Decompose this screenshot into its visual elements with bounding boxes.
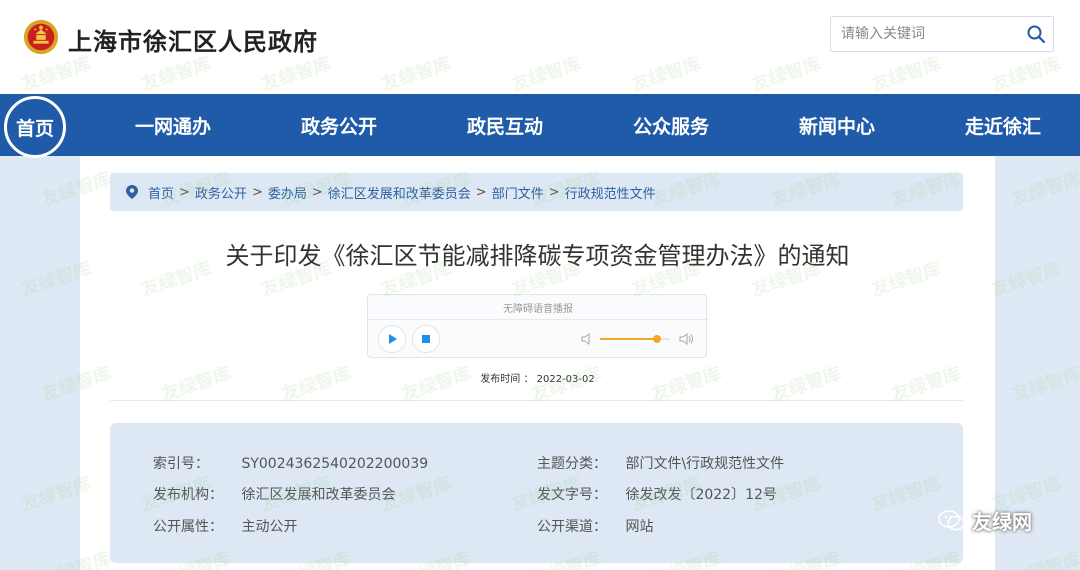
watermark-text: 友绿智库 [1008,168,1080,211]
breadcrumb-separator: > [475,184,487,200]
meta-channel-value: 网站 [625,519,654,535]
breadcrumb-bureaus[interactable]: 委办局 [268,183,307,202]
meta-index-value: SY0024362540202200039 [241,456,429,472]
search-box [830,16,1054,52]
volume-low-icon [581,333,590,345]
publish-date: 2022-03-02 [536,374,595,385]
document-meta: 索引号： SY0024362540202200039 发布机构： 徐汇区发展和改… [110,423,963,563]
breadcrumb-gov-affairs[interactable]: 政务公开 [195,183,247,202]
volume-high-icon [679,333,693,345]
nav-home-button[interactable]: 首页 [4,96,66,158]
search-input[interactable] [831,17,1021,51]
audio-player: 无障碍语音播报 [367,294,708,358]
meta-org-value: 徐汇区发展和改革委员会 [241,487,396,503]
watermark-text: 友绿智库 [1008,548,1080,570]
nav-item-public-service[interactable]: 公众服务 [633,112,709,139]
publish-label: 发布时间 [480,374,521,385]
meta-channel-label: 公开渠道： [537,519,607,535]
meta-org-label: 发布机构： [153,487,223,503]
stop-button[interactable] [412,325,440,353]
publish-time: 发布时间 ： 2022-03-02 [80,370,995,385]
meta-open-attr: 公开属性： 主动公开 [153,516,297,536]
breadcrumb-drc[interactable]: 徐汇区发展和改革委员会 [328,183,471,202]
watermark-text: 友绿智库 [988,258,1064,301]
meta-topic-label: 主题分类： [537,456,607,472]
page-title: 关于印发《徐汇区节能减排降碳专项资金管理办法》的通知 [225,242,850,270]
volume-knob[interactable] [653,335,662,343]
meta-doc-no-value: 徐发改发〔2022〕12号 [625,487,777,503]
breadcrumb: 首页 > 政务公开 > 委办局 > 徐汇区发展和改革委员会 > 部门文件 > 行… [110,173,963,211]
breadcrumb-dept-docs[interactable]: 部门文件 [492,183,544,202]
meta-topic: 主题分类： 部门文件\行政规范性文件 [537,453,784,473]
breadcrumb-home[interactable]: 首页 [148,183,174,202]
meta-doc-no-label: 发文字号： [537,487,607,503]
play-button[interactable] [378,325,406,353]
meta-topic-value: 部门文件\行政规范性文件 [625,456,785,472]
meta-channel: 公开渠道： 网站 [537,516,653,536]
meta-open-attr-value: 主动公开 [241,519,298,535]
nav-item-news[interactable]: 新闻中心 [799,112,875,139]
breadcrumb-separator: > [548,184,560,200]
content-panel: 首页 > 政务公开 > 委办局 > 徐汇区发展和改革委员会 > 部门文件 > 行… [80,156,995,570]
volume-slider[interactable] [600,335,670,343]
meta-open-attr-label: 公开属性： [153,519,223,535]
breadcrumb-separator: > [251,184,263,200]
meta-index: 索引号： SY0024362540202200039 [153,453,428,473]
nav-item-gov-affairs[interactable]: 政务公开 [301,112,377,139]
location-pin-icon [126,185,138,199]
nav-item-interaction[interactable]: 政民互动 [467,112,543,139]
main-nav: 首页 一网通办 政务公开 政民互动 公众服务 新闻中心 走近徐汇 [0,94,1080,158]
national-emblem-icon [23,19,59,55]
breadcrumb-separator: > [179,184,190,200]
meta-org: 发布机构： 徐汇区发展和改革委员会 [153,484,395,504]
nav-item-service[interactable]: 一网通办 [135,112,211,139]
breadcrumb-normative-docs[interactable]: 行政规范性文件 [565,183,656,202]
watermark-brand-text: 友绿网 [972,510,1032,534]
nav-item-about[interactable]: 走近徐汇 [965,112,1041,139]
play-icon [389,334,397,344]
breadcrumb-separator: > [311,184,323,200]
stop-icon [422,335,430,343]
nav-home-label: 首页 [15,117,54,140]
publish-separator: ： [523,374,534,385]
volume-fill [600,338,658,340]
player-label: 无障碍语音播报 [368,300,708,320]
wechat-icon [938,509,965,530]
meta-doc-no: 发文字号： 徐发改发〔2022〕12号 [537,484,777,504]
watermark-brand: 友绿网 [938,506,1032,535]
search-icon[interactable] [1025,23,1047,45]
divider [110,400,963,401]
site-title[interactable]: 上海市徐汇区人民政府 [68,22,318,57]
meta-index-label: 索引号： [153,456,209,472]
watermark-text: 友绿智库 [1008,363,1080,406]
site-header: 上海市徐汇区人民政府 [0,0,1080,94]
